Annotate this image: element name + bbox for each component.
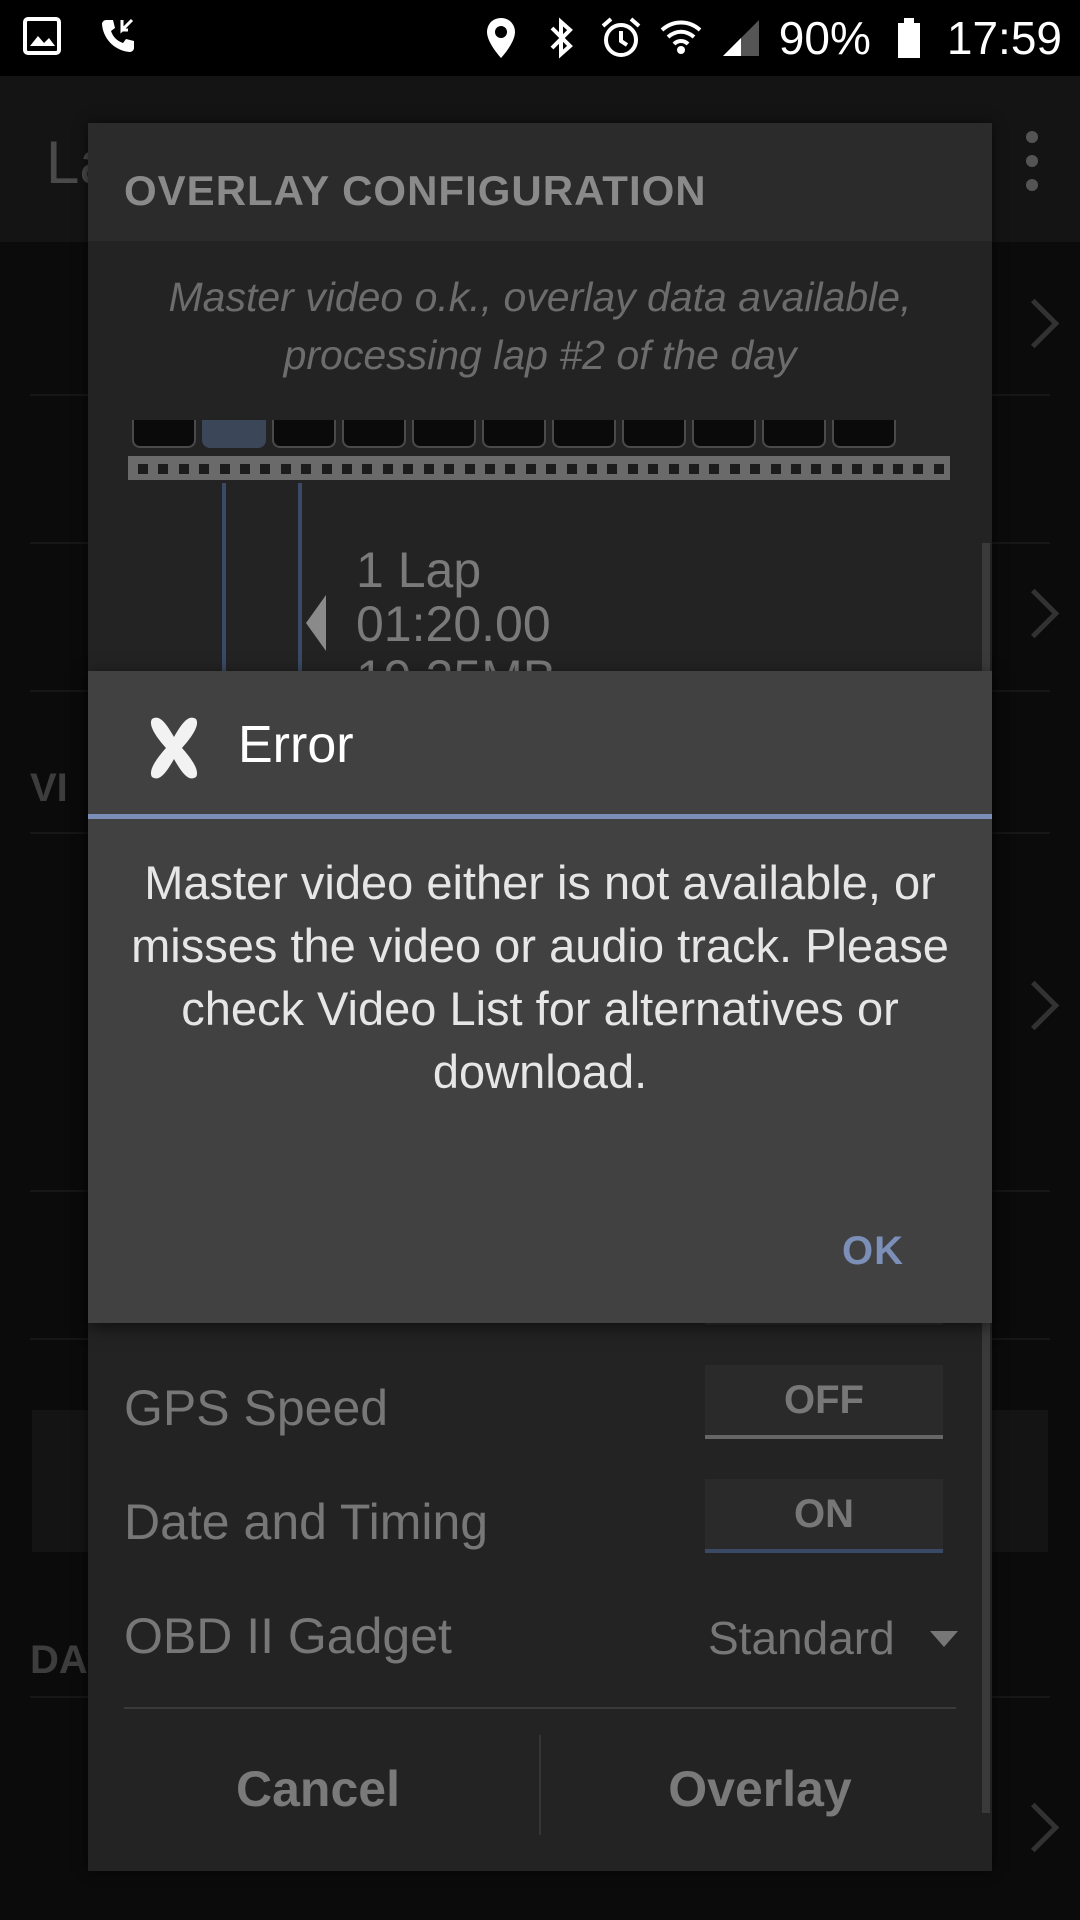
- ok-button[interactable]: OK: [808, 1211, 938, 1291]
- battery-percent: 90%: [778, 12, 871, 64]
- wifi-icon: [659, 16, 703, 60]
- lap-frame[interactable]: [272, 420, 336, 448]
- button-bar-divider: [124, 1707, 956, 1709]
- error-title: Error: [238, 716, 354, 774]
- lap-frame[interactable]: [342, 420, 406, 448]
- overlay-button[interactable]: Overlay: [550, 1731, 970, 1847]
- lap-count: 1 Lap: [356, 542, 482, 598]
- date-timing-toggle[interactable]: ON: [705, 1479, 943, 1553]
- lap-time: 01:20.00: [356, 596, 551, 652]
- dialog-title: OVERLAY CONFIGURATION: [124, 167, 707, 214]
- lap-frame[interactable]: [132, 420, 196, 448]
- dropdown-arrow-icon[interactable]: [930, 1631, 958, 1647]
- bluetooth-icon: [539, 16, 583, 60]
- date-timing-label: Date and Timing: [124, 1494, 489, 1550]
- alarm-icon: [599, 16, 643, 60]
- signal-icon: [719, 16, 763, 60]
- button-separator: [539, 1735, 541, 1835]
- lap-frame[interactable]: [482, 420, 546, 448]
- clock: 17:59: [946, 12, 1062, 64]
- gallery-icon: [20, 14, 64, 58]
- processing-status: Master video o.k., overlay data availabl…: [168, 274, 912, 378]
- lap-frame[interactable]: [622, 420, 686, 448]
- gps-speed-label: GPS Speed: [124, 1380, 389, 1436]
- dialog-header: OVERLAY CONFIGURATION: [88, 123, 992, 241]
- error-dialog: Error Master video either is not availab…: [88, 671, 992, 1323]
- title-divider: [88, 814, 992, 819]
- obd-gadget-spinner[interactable]: Standard: [708, 1611, 895, 1665]
- error-message: Master video either is not available, or…: [131, 856, 949, 1098]
- lap-pointer-icon: [306, 595, 326, 651]
- gps-speed-toggle[interactable]: OFF: [705, 1365, 943, 1439]
- error-x-icon: [144, 713, 204, 783]
- film-sprocket: [128, 456, 950, 480]
- battery-icon: [887, 16, 931, 60]
- location-icon: [479, 16, 523, 60]
- lap-frame[interactable]: [692, 420, 756, 448]
- lap-frame-selected[interactable]: [202, 420, 266, 448]
- lap-frame[interactable]: [412, 420, 476, 448]
- phone-call-icon: [96, 14, 140, 58]
- lap-filmstrip[interactable]: [128, 420, 950, 484]
- lap-frame[interactable]: [552, 420, 616, 448]
- lap-frame[interactable]: [832, 420, 896, 448]
- status-bar: 90% 17:59: [0, 0, 1080, 76]
- cancel-button[interactable]: Cancel: [108, 1731, 528, 1847]
- lap-frame[interactable]: [762, 420, 826, 448]
- obd-gadget-label: OBD II Gadget: [124, 1608, 452, 1664]
